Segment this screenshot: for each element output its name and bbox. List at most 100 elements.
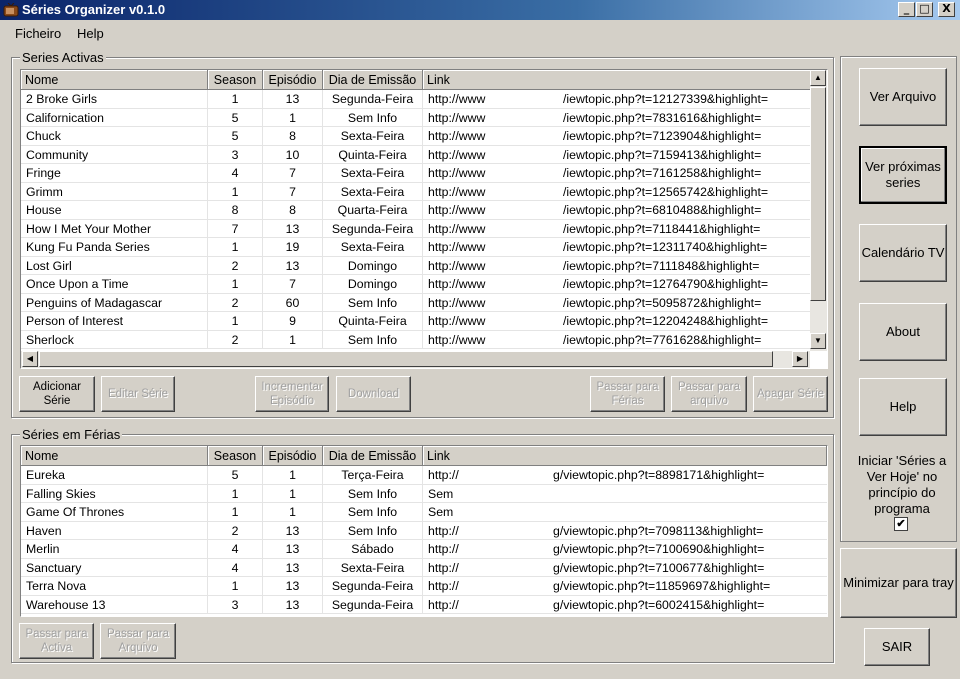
column-link[interactable]: Link bbox=[423, 70, 811, 90]
air-day-cell: Sem Info bbox=[323, 293, 423, 312]
title-bar: Séries Organizer v0.1.0 _ □ X bbox=[0, 0, 960, 20]
table-row[interactable]: Kung Fu Panda Series 1 19 Sexta-Feira http:/… bbox=[21, 238, 827, 257]
link-prefix: http:// bbox=[428, 597, 459, 612]
startup-checkbox[interactable]: ✔ bbox=[894, 517, 908, 531]
next-series-button[interactable]: Ver próximas series bbox=[859, 146, 947, 204]
link-cell: http:// g/viewtopic.php?t=7098113&highlig… bbox=[423, 522, 811, 540]
season-cell: 1 bbox=[208, 275, 263, 293]
name-cell: 2 Broke Girls bbox=[21, 90, 208, 108]
episode-cell: 13 bbox=[263, 577, 323, 595]
maximize-button[interactable]: □ bbox=[916, 2, 933, 17]
table-row[interactable]: Lost Girl 2 13 Domingo http://www/iewtopic.p… bbox=[21, 256, 827, 275]
increment-episode-button[interactable]: Incrementar Episódio bbox=[255, 376, 329, 412]
season-cell: 4 bbox=[208, 558, 263, 577]
table-row[interactable]: Person of Interest 1 9 Quinta-Feira http://w… bbox=[21, 312, 827, 331]
column-dia-emissao[interactable]: Dia de Emissão bbox=[323, 70, 423, 90]
table-row[interactable]: Sanctuary 4 13 Sexta-Feira http:// g/viewtopi… bbox=[21, 558, 827, 577]
episode-cell: 13 bbox=[263, 558, 323, 577]
column-nome[interactable]: Nome bbox=[21, 70, 208, 90]
episode-cell: 1 bbox=[263, 484, 323, 503]
table-row[interactable]: Falling Skies 1 1 Sem Info Sem bbox=[21, 484, 827, 503]
table-row[interactable]: Game Of Thrones 1 1 Sem Info Sem bbox=[21, 503, 827, 522]
table-row[interactable]: Chuck 5 8 Sexta-Feira http://www/iewtopic.ph… bbox=[21, 127, 827, 146]
hscroll-thumb[interactable] bbox=[39, 351, 773, 367]
name-cell: Sherlock bbox=[21, 330, 208, 349]
minimize-to-tray-button[interactable]: Minimizar para tray bbox=[840, 548, 957, 618]
name-cell: Fringe bbox=[21, 164, 208, 182]
link-prefix: http:// bbox=[428, 560, 459, 575]
episode-cell: 13 bbox=[263, 540, 323, 558]
active-series-table[interactable]: Nome Season Episódio Dia de Emissão Link… bbox=[20, 69, 828, 369]
link-suffix: /iewtopic.php?t=6810488&highlight= bbox=[563, 203, 762, 217]
column-dia-emissao[interactable]: Dia de Emissão bbox=[323, 446, 423, 466]
table-row[interactable]: Terra Nova 1 13 Segunda-Feira http:// g/viewt… bbox=[21, 577, 827, 596]
move-vacation-to-archive-button[interactable]: Passar para Arquivo bbox=[100, 623, 176, 659]
name-cell: Community bbox=[21, 145, 208, 164]
name-cell: Merlin bbox=[21, 540, 208, 558]
season-cell: 5 bbox=[208, 108, 263, 127]
minimize-button[interactable]: _ bbox=[898, 2, 915, 17]
table-row[interactable]: Fringe 4 7 Sexta-Feira http://www/iewtopic.p… bbox=[21, 164, 827, 183]
column-nome[interactable]: Nome bbox=[21, 446, 208, 466]
move-to-vacation-button[interactable]: Passar para Férias bbox=[590, 376, 665, 412]
close-button[interactable]: X bbox=[938, 2, 955, 17]
tv-icon bbox=[3, 3, 19, 17]
table-row[interactable]: 2 Broke Girls 1 13 Segunda-Feira http://www /… bbox=[21, 90, 827, 109]
column-season[interactable]: Season bbox=[208, 446, 263, 466]
air-day-cell: Sem Info bbox=[323, 503, 423, 521]
season-cell: 1 bbox=[208, 182, 263, 201]
scroll-thumb[interactable] bbox=[810, 87, 826, 301]
delete-series-button[interactable]: Apagar Série bbox=[753, 376, 828, 412]
exit-button[interactable]: SAIR bbox=[864, 628, 930, 666]
edit-series-button[interactable]: Editar Série bbox=[101, 376, 175, 412]
scroll-up-icon[interactable]: ▲ bbox=[810, 70, 826, 86]
table-row[interactable]: Warehouse 13 3 13 Segunda-Feira http:// g/vie… bbox=[21, 595, 827, 614]
link-cell: http://www/iewtopic.php?t=12127339&highl… bbox=[423, 90, 811, 108]
active-horizontal-scrollbar[interactable]: ◀ ▶ bbox=[21, 351, 810, 368]
vacation-series-table[interactable]: Nome Season Episódio Dia de Emissão Link… bbox=[20, 445, 828, 617]
link-prefix: http://www bbox=[428, 166, 486, 180]
menu-help[interactable]: Help bbox=[77, 26, 104, 41]
link-suffix: g/viewtopic.php?t=7100677&highlight= bbox=[553, 560, 765, 575]
scroll-right-icon[interactable]: ▶ bbox=[792, 351, 808, 367]
table-header: Nome Season Episódio Dia de Emissão Link bbox=[21, 70, 811, 90]
active-rows: 2 Broke Girls 1 13 Segunda-Feira http://www /… bbox=[21, 90, 827, 349]
table-row[interactable]: Grimm 1 7 Sexta-Feira http://www/iewtopic.ph… bbox=[21, 182, 827, 201]
link-suffix: /iewtopic.php?t=12311740&highlight= bbox=[563, 240, 768, 254]
move-to-archive-button[interactable]: Passar para arquivo bbox=[671, 376, 747, 412]
column-episodio[interactable]: Episódio bbox=[263, 70, 323, 90]
menu-ficheiro[interactable]: Ficheiro bbox=[15, 26, 61, 41]
episode-cell: 1 bbox=[263, 108, 323, 127]
table-row[interactable]: Sherlock 2 1 Sem Info http://www/iewtopic.ph… bbox=[21, 330, 827, 349]
scroll-down-icon[interactable]: ▼ bbox=[810, 333, 826, 349]
table-row[interactable]: Community 3 10 Quinta-Feira http://www/iewto… bbox=[21, 145, 827, 164]
view-archive-button[interactable]: Ver Arquivo bbox=[859, 68, 947, 126]
season-cell: 2 bbox=[208, 293, 263, 312]
table-row[interactable]: Eureka 5 1 Terça-Feira http:// g/viewtopic.ph… bbox=[21, 466, 827, 485]
column-episodio[interactable]: Episódio bbox=[263, 446, 323, 466]
add-series-button[interactable]: Adicionar Série bbox=[19, 376, 95, 412]
air-day-cell: Segunda-Feira bbox=[323, 90, 423, 108]
name-cell: Haven bbox=[21, 521, 208, 540]
table-row[interactable]: Haven 2 13 Sem Info http:// g/viewtopic.php?t… bbox=[21, 521, 827, 540]
column-season[interactable]: Season bbox=[208, 70, 263, 90]
link-suffix: /iewtopic.php?t=7761628&highlight= bbox=[563, 332, 762, 347]
table-row[interactable]: Penguins of Madagascar 2 60 Sem Info http://… bbox=[21, 293, 827, 312]
about-button[interactable]: About bbox=[859, 303, 947, 361]
table-row[interactable]: Merlin 4 13 Sábado http:// g/viewtopic.php?t=… bbox=[21, 540, 827, 559]
calendar-button[interactable]: Calendário TV bbox=[859, 224, 947, 282]
link-prefix: http://www bbox=[428, 314, 486, 328]
download-button[interactable]: Download bbox=[336, 376, 411, 412]
move-to-active-button[interactable]: Passar para Activa bbox=[19, 623, 94, 659]
name-cell: Sanctuary bbox=[21, 558, 208, 577]
active-vertical-scrollbar[interactable]: ▲ ▼ bbox=[810, 70, 827, 351]
name-cell: Person of Interest bbox=[21, 312, 208, 330]
scroll-left-icon[interactable]: ◀ bbox=[22, 351, 38, 367]
table-row[interactable]: How I Met Your Mother 7 13 Segunda-Feira htt… bbox=[21, 219, 827, 238]
table-row[interactable]: Californication 5 1 Sem Info http://www/iewt… bbox=[21, 108, 827, 127]
table-row[interactable]: House 8 8 Quarta-Feira http://www/iewtopic.p… bbox=[21, 201, 827, 220]
table-row[interactable]: Once Upon a Time 1 7 Domingo http://www/iewt… bbox=[21, 275, 827, 294]
column-link[interactable]: Link bbox=[423, 446, 827, 466]
link-prefix: http://www bbox=[428, 129, 486, 143]
help-button[interactable]: Help bbox=[859, 378, 947, 436]
